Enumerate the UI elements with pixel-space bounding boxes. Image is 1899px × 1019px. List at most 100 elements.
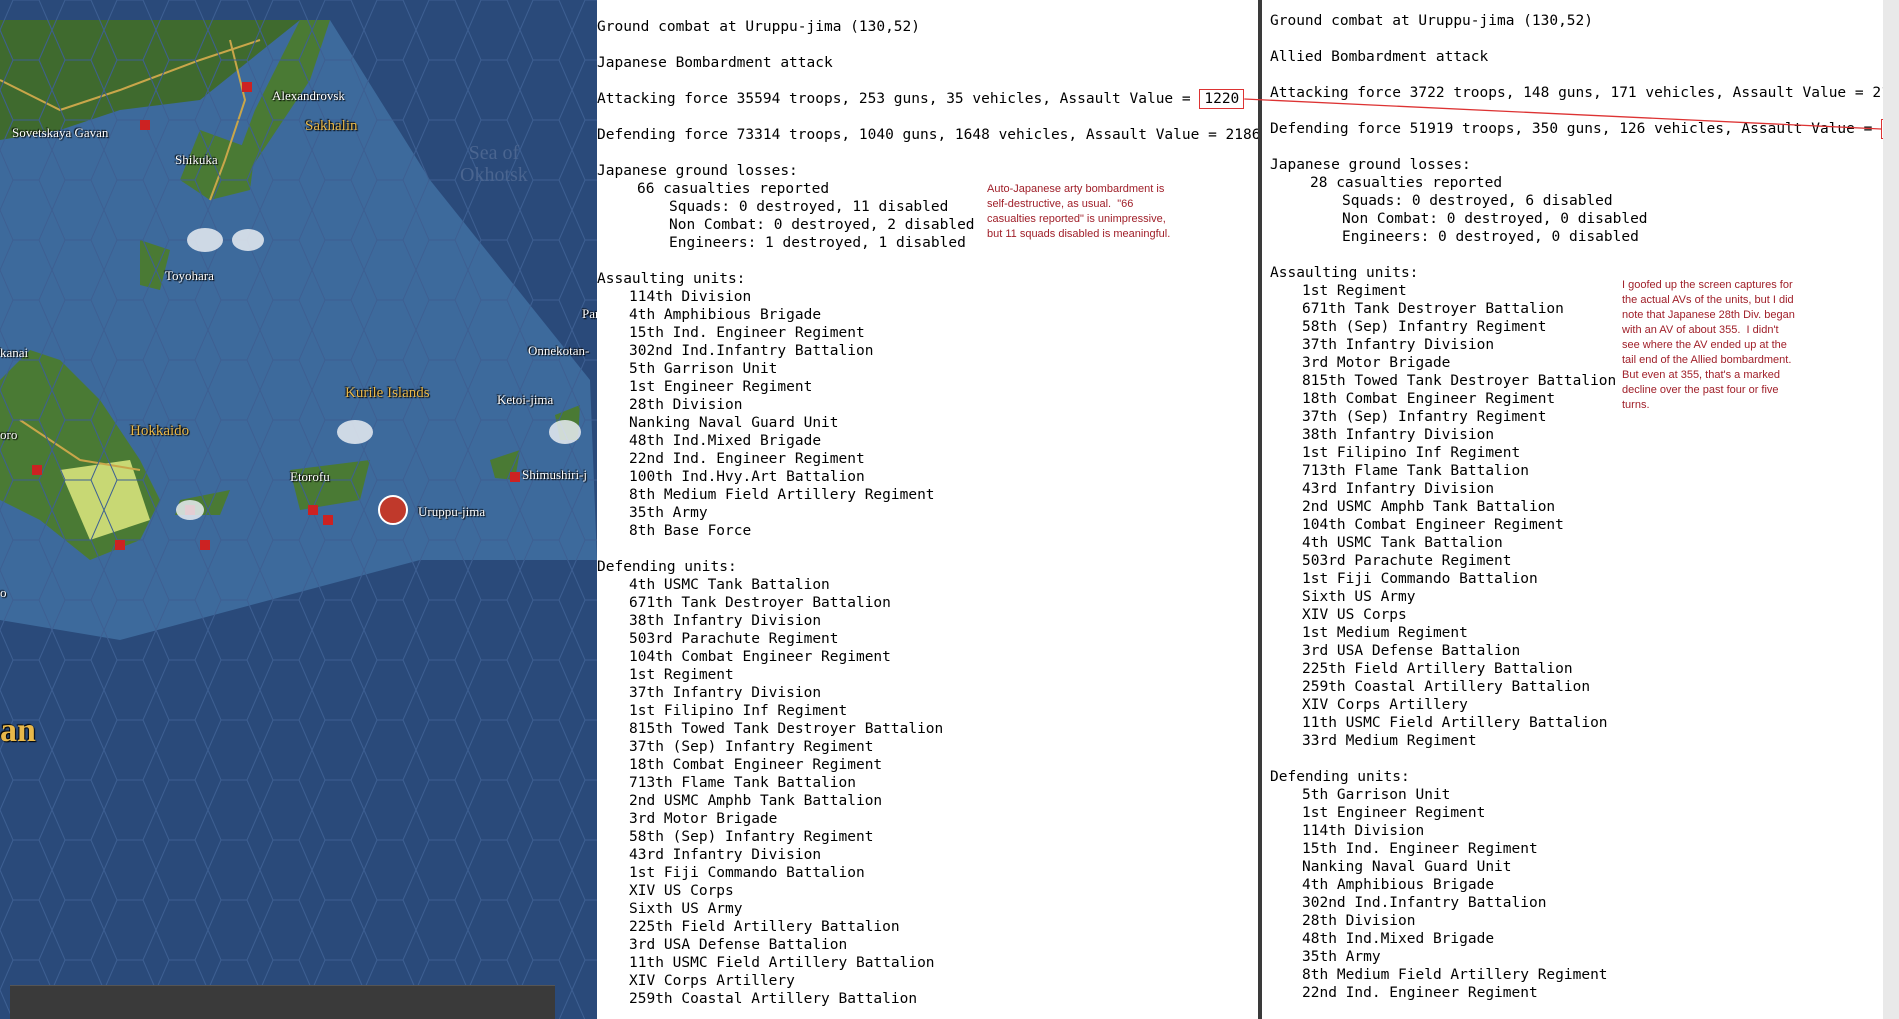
- unit-list-item: 1st Engineer Regiment: [629, 379, 813, 395]
- assaulting-units-list: 1st Regiment 671th Tank Destroyer Battali…: [1270, 282, 1899, 750]
- unit-list-item: 43rd Infantry Division: [1302, 481, 1495, 497]
- unit-list-item: 48th Ind.Mixed Brigade: [629, 433, 822, 449]
- map-label-sea: Sea of Okhotsk: [460, 142, 528, 186]
- map-label-onnekotan: Onnekotan-: [528, 343, 590, 358]
- unit-list-item: 3rd Motor Brigade: [629, 811, 778, 827]
- report-title: Ground combat at Uruppu-jima (130,52): [1270, 13, 1594, 29]
- attacking-av-highlight: 1220: [1199, 89, 1245, 109]
- unit-list-item: 1st Medium Regiment: [1302, 625, 1468, 641]
- unit-list-item: 225th Field Artillery Battalion: [1302, 661, 1573, 677]
- map-label-sakhalin: Sakhalin: [305, 118, 358, 134]
- unit-list-item: 4th Amphibious Brigade: [629, 307, 822, 323]
- unit-list-item: 4th USMC Tank Battalion: [629, 577, 830, 593]
- unit-list-item: 3rd USA Defense Battalion: [1302, 643, 1521, 659]
- unit-list-item: 2nd USMC Amphb Tank Battalion: [629, 793, 883, 809]
- unit-list-item: 18th Combat Engineer Regiment: [1302, 391, 1556, 407]
- unit-list-item: 8th Medium Field Artillery Regiment: [629, 487, 935, 503]
- unit-list-item: 2nd USMC Amphb Tank Battalion: [1302, 499, 1556, 515]
- defending-header: Defending units:: [1270, 769, 1410, 785]
- attack-type: Japanese Bombardment attack: [597, 55, 833, 71]
- unit-list-item: 1st Regiment: [629, 667, 734, 683]
- map-label-an: an: [0, 712, 36, 749]
- map-label-hokkaido: Hokkaido: [130, 423, 190, 439]
- map-label-uruppu: Uruppu-jima: [418, 504, 486, 519]
- map-label-shimushiri: Shimushiri-j: [522, 467, 588, 482]
- unit-list-item: 671th Tank Destroyer Battalion: [1302, 301, 1564, 317]
- unit-list-item: 225th Field Artillery Battalion: [629, 919, 900, 935]
- unit-list-item: 38th Infantry Division: [1302, 427, 1495, 443]
- report-title: Ground combat at Uruppu-jima (130,52): [597, 19, 921, 35]
- combat-report-allied: Ground combat at Uruppu-jima (130,52) Al…: [1262, 0, 1899, 1019]
- unit-list-item: 37th Infantry Division: [1302, 337, 1495, 353]
- unit-list-item: 104th Combat Engineer Regiment: [1302, 517, 1564, 533]
- unit-list-item: 22nd Ind. Engineer Regiment: [629, 451, 865, 467]
- unit-list-item: 5th Garrison Unit: [629, 361, 778, 377]
- unit-list-item: XIV US Corps: [629, 883, 734, 899]
- unit-list-item: 259th Coastal Artillery Battalion: [1302, 679, 1591, 695]
- unit-list-item: Sixth US Army: [1302, 589, 1416, 605]
- unit-list-item: XIV Corps Artillery: [629, 973, 795, 989]
- unit-list-item: XIV US Corps: [1302, 607, 1407, 623]
- unit-list-item: 43rd Infantry Division: [629, 847, 822, 863]
- map-label-alexandrovsk: Alexandrovsk: [272, 88, 345, 103]
- scrollbar[interactable]: [1883, 0, 1899, 1019]
- map-label-kanai: kanai: [0, 345, 29, 360]
- unit-list-item: 33rd Medium Regiment: [1302, 733, 1477, 749]
- unit-list-item: Nanking Naval Guard Unit: [1302, 859, 1512, 875]
- map-status-bar: [10, 985, 555, 1019]
- unit-list-item: 1st Filipino Inf Regiment: [1302, 445, 1521, 461]
- unit-list-item: 1st Filipino Inf Regiment: [629, 703, 848, 719]
- unit-list-item: 4th USMC Tank Battalion: [1302, 535, 1503, 551]
- unit-list-item: 1st Engineer Regiment: [1302, 805, 1486, 821]
- map-label-kurile: Kurile Islands: [345, 385, 430, 401]
- annotation-note-right: I goofed up the screen captures for the …: [1622, 279, 1795, 411]
- defending-header: Defending units:: [597, 559, 737, 575]
- defending-units-list: 4th USMC Tank Battalion 671th Tank Destro…: [597, 576, 1258, 1008]
- loss-line: 28 casualties reported: [1310, 175, 1503, 191]
- unit-list-item: 114th Division: [629, 289, 752, 305]
- unit-list-item: 3rd USA Defense Battalion: [629, 937, 848, 953]
- unit-list-item: 259th Coastal Artillery Battalion: [629, 991, 918, 1007]
- unit-list-item: 713th Flame Tank Battalion: [629, 775, 856, 791]
- unit-list-item: 671th Tank Destroyer Battalion: [629, 595, 891, 611]
- unit-list-item: XIV Corps Artillery: [1302, 697, 1468, 713]
- unit-list-item: 58th (Sep) Infantry Regiment: [1302, 319, 1547, 335]
- map-label-o: o: [0, 585, 7, 600]
- unit-list-item: 58th (Sep) Infantry Regiment: [629, 829, 874, 845]
- unit-list-item: 713th Flame Tank Battalion: [1302, 463, 1529, 479]
- unit-list-item: 48th Ind.Mixed Brigade: [1302, 931, 1495, 947]
- unit-list-item: 1st Fiji Commando Battalion: [1302, 571, 1538, 587]
- map-label-shikuka: Shikuka: [175, 152, 218, 167]
- unit-list-item: 37th (Sep) Infantry Regiment: [629, 739, 874, 755]
- map-label-ketoi: Ketoi-jima: [497, 392, 554, 407]
- unit-list-item: 35th Army: [1302, 949, 1381, 965]
- unit-list-item: Sixth US Army: [629, 901, 743, 917]
- unit-list-item: 11th USMC Field Artillery Battalion: [629, 955, 935, 971]
- unit-list-item: 28th Division: [1302, 913, 1416, 929]
- defending-units-list: 5th Garrison Unit 1st Engineer Regiment 11…: [1270, 786, 1899, 1002]
- assaulting-header: Assaulting units:: [597, 271, 746, 287]
- map-view[interactable]: Sovetskaya Gavan Alexandrovsk Sakhalin S…: [0, 0, 597, 1019]
- defending-force: Defending force 51919 troops, 350 guns, …: [1270, 119, 1899, 139]
- unit-list-item: 37th (Sep) Infantry Regiment: [1302, 409, 1547, 425]
- unit-list-item: 1st Regiment: [1302, 283, 1407, 299]
- unit-list-item: 22nd Ind. Engineer Regiment: [1302, 985, 1538, 1001]
- loss-line: Engineers: 0 destroyed, 0 disabled: [1342, 229, 1639, 245]
- unit-list-item: 11th USMC Field Artillery Battalion: [1302, 715, 1608, 731]
- unit-list-item: 18th Combat Engineer Regiment: [629, 757, 883, 773]
- unit-list-item: 100th Ind.Hvy.Art Battalion: [629, 469, 865, 485]
- unit-list-item: 3rd Motor Brigade: [1302, 355, 1451, 371]
- unit-list-item: 114th Division: [1302, 823, 1425, 839]
- unit-list-item: 815th Towed Tank Destroyer Battalion: [629, 721, 944, 737]
- annotation-note-left: Auto-Japanese arty bombardment is self-d…: [987, 183, 1171, 240]
- losses-header: Japanese ground losses:: [1270, 157, 1471, 173]
- map-label-etorofu: Etorofu: [290, 469, 330, 484]
- unit-list-item: 15th Ind. Engineer Regiment: [1302, 841, 1538, 857]
- attacking-force: Attacking force 35594 troops, 253 guns, …: [597, 89, 1258, 109]
- unit-list-item: 5th Garrison Unit: [1302, 787, 1451, 803]
- map-label-par: Par: [582, 306, 597, 321]
- losses-header: Japanese ground losses:: [597, 163, 798, 179]
- unit-list-item: 815th Towed Tank Destroyer Battalion: [1302, 373, 1617, 389]
- unit-list-item: Nanking Naval Guard Unit: [629, 415, 839, 431]
- assaulting-units-list: 114th Division 4th Amphibious Brigade 15th…: [597, 288, 1258, 540]
